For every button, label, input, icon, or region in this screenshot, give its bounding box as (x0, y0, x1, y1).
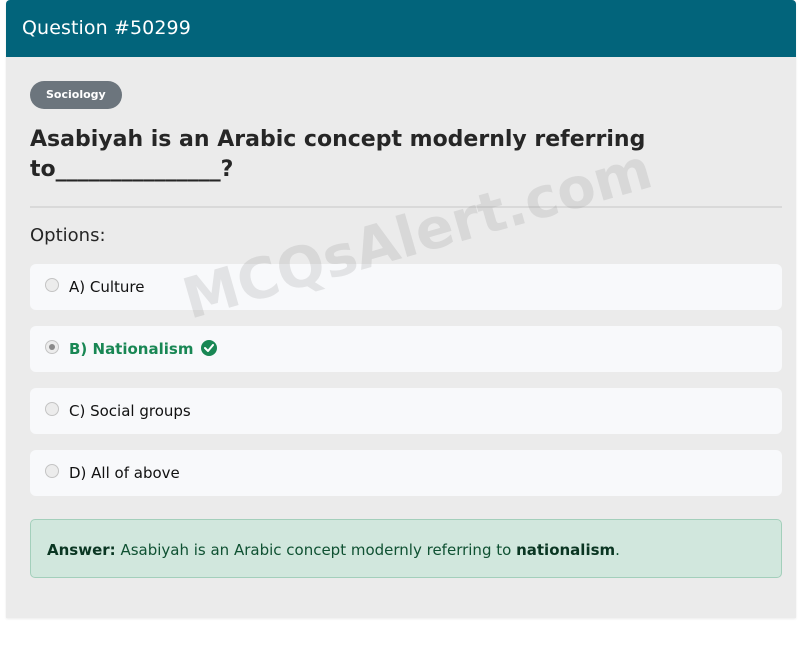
answer-highlight: nationalism (516, 541, 616, 559)
option-d[interactable]: D) All of above (30, 450, 782, 496)
radio-button[interactable] (45, 340, 59, 354)
option-a[interactable]: A) Culture (30, 264, 782, 310)
category-badge[interactable]: Sociology (30, 81, 122, 109)
answer-suffix: . (615, 541, 620, 559)
option-b[interactable]: B) Nationalism (30, 326, 782, 372)
options-heading: Options: (30, 225, 106, 246)
option-label: A) Culture (69, 278, 145, 296)
radio-button[interactable] (45, 402, 59, 416)
option-label: D) All of above (69, 464, 180, 482)
question-number: Question #50299 (22, 17, 191, 39)
option-label: C) Social groups (69, 402, 191, 420)
answer-prefix: Answer: (47, 541, 116, 559)
option-label: B) Nationalism (69, 340, 194, 358)
option-label-wrap: B) Nationalism (69, 340, 218, 358)
option-c[interactable]: C) Social groups (30, 388, 782, 434)
question-text: Asabiyah is an Arabic concept modernly r… (30, 127, 646, 182)
divider (30, 206, 782, 208)
check-circle-icon (201, 340, 218, 356)
question-header: Question #50299 (6, 0, 796, 57)
answer-text: Answer: Asabiyah is an Arabic concept mo… (47, 541, 620, 559)
radio-button[interactable] (45, 464, 59, 478)
answer-body: Asabiyah is an Arabic concept modernly r… (120, 541, 512, 559)
radio-button[interactable] (45, 278, 59, 292)
question-card: Question #50299 Sociology Asabiyah is an… (6, 0, 796, 618)
answer-box: Answer: Asabiyah is an Arabic concept mo… (30, 519, 782, 578)
